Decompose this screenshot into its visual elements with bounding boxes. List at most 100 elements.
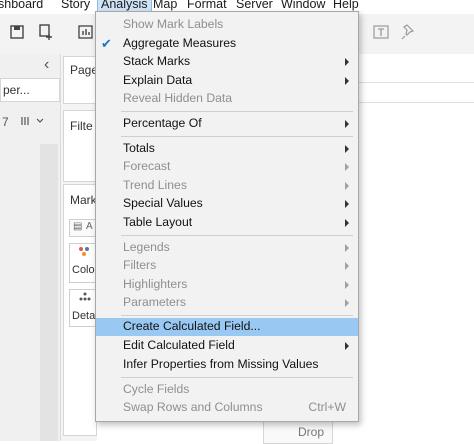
menu-item-label: Special Values bbox=[123, 196, 203, 210]
color-mark-button[interactable]: Colo bbox=[69, 243, 97, 283]
rows-shelf[interactable] bbox=[355, 82, 474, 103]
menu-item-label: Cycle Fields bbox=[123, 382, 190, 396]
menu-item-label: Table Layout bbox=[123, 215, 193, 229]
view-toggle-icon[interactable] bbox=[20, 114, 44, 131]
menu-format[interactable]: Format bbox=[187, 0, 227, 11]
menu-server[interactable]: Server bbox=[236, 0, 273, 11]
menu-item-percentage-of[interactable]: Percentage Of bbox=[96, 115, 358, 133]
menu-item-forecast[interactable]: Forecast bbox=[96, 158, 358, 176]
menu-separator bbox=[121, 377, 353, 378]
datasource-label: per... bbox=[3, 83, 30, 97]
pages-title: Page bbox=[70, 63, 99, 77]
menu-item-label: Percentage Of bbox=[123, 116, 202, 130]
menu-item-label: Filters bbox=[123, 258, 157, 272]
pages-card: Page bbox=[63, 56, 99, 104]
menu-item-label: Reveal Hidden Data bbox=[123, 91, 233, 105]
menu-item-label: Edit Calculated Field bbox=[123, 338, 235, 352]
menu-item-explain-data[interactable]: Explain Data bbox=[96, 72, 358, 90]
menu-separator bbox=[121, 235, 353, 236]
submenu-arrow-icon bbox=[345, 299, 349, 307]
color-icon bbox=[78, 246, 92, 261]
chart-icon[interactable] bbox=[76, 22, 96, 42]
data-pane: ‹ per... 7 bbox=[0, 54, 60, 441]
datasource-item[interactable]: per... bbox=[0, 78, 60, 102]
menu-item-parameters[interactable]: Parameters bbox=[96, 294, 358, 312]
menu-item-label: Forecast bbox=[123, 159, 171, 173]
save-icon[interactable] bbox=[8, 22, 28, 42]
menu-item-reveal-hidden-data[interactable]: Reveal Hidden Data bbox=[96, 90, 358, 108]
mark-type-icon: ▤ bbox=[73, 221, 83, 232]
menu-item-edit-calculated-field[interactable]: Edit Calculated Field bbox=[96, 337, 358, 355]
menu-item-legends[interactable]: Legends bbox=[96, 239, 358, 257]
submenu-arrow-icon bbox=[345, 77, 349, 85]
color-label: Colo bbox=[72, 264, 95, 276]
submenu-arrow-icon bbox=[345, 200, 349, 208]
menu-item-label: Stack Marks bbox=[123, 54, 191, 68]
menu-item-label: Show Mark Labels bbox=[123, 17, 224, 31]
menu-item-cycle-fields[interactable]: Cycle Fields bbox=[96, 381, 358, 399]
shortcut-label: Ctrl+W bbox=[308, 400, 346, 414]
menu-item-aggregate-measures[interactable]: ✔ Aggregate Measures bbox=[96, 35, 358, 53]
menu-item-label: Highlighters bbox=[123, 277, 188, 291]
sort-icon[interactable]: 7 bbox=[2, 115, 9, 129]
submenu-arrow-icon bbox=[345, 163, 349, 171]
menu-window[interactable]: Window bbox=[281, 0, 325, 11]
menu-separator bbox=[121, 111, 353, 112]
menu-item-label: Infer Properties from Missing Values bbox=[123, 357, 319, 371]
menu-item-label: Trend Lines bbox=[123, 178, 187, 192]
detail-mark-button[interactable]: Deta bbox=[69, 289, 97, 327]
checkmark-icon: ✔ bbox=[101, 36, 112, 51]
submenu-arrow-icon bbox=[345, 58, 349, 66]
menu-help[interactable]: Help bbox=[333, 0, 359, 11]
menu-item-label: Explain Data bbox=[123, 73, 193, 87]
detail-icon bbox=[78, 292, 92, 307]
submenu-arrow-icon bbox=[345, 342, 349, 350]
menu-item-table-layout[interactable]: Table Layout bbox=[96, 214, 358, 232]
menu-item-trend-lines[interactable]: Trend Lines bbox=[96, 177, 358, 195]
add-datasource-icon[interactable] bbox=[36, 22, 56, 42]
filters-title: Filte bbox=[70, 119, 93, 133]
menu-item-label: Totals bbox=[123, 141, 155, 155]
filters-card: Filte bbox=[63, 110, 97, 182]
pin-icon[interactable] bbox=[399, 22, 419, 42]
menu-item-label: Swap Rows and Columns bbox=[123, 400, 263, 414]
detail-label: Deta bbox=[72, 310, 96, 322]
submenu-arrow-icon bbox=[345, 219, 349, 227]
drop-label: Drop bbox=[298, 425, 325, 439]
submenu-arrow-icon bbox=[345, 262, 349, 270]
analysis-menu: Show Mark Labels ✔ Aggregate Measures St… bbox=[95, 11, 359, 422]
collapse-chevron-icon[interactable]: ‹ bbox=[44, 56, 49, 74]
shelves-column: Page Filte Mark ▤ A Colo Deta bbox=[60, 54, 99, 441]
submenu-arrow-icon bbox=[345, 182, 349, 190]
view-area: Drop bbox=[263, 54, 474, 444]
menu-item-stack-marks[interactable]: Stack Marks bbox=[96, 53, 358, 71]
menu-item-infer-properties[interactable]: Infer Properties from Missing Values bbox=[96, 356, 358, 374]
submenu-arrow-icon bbox=[345, 244, 349, 252]
pane-controls: 7 bbox=[0, 111, 58, 133]
menu-item-label: Parameters bbox=[123, 295, 186, 309]
pane-scrollbar[interactable] bbox=[40, 144, 58, 441]
menu-item-create-calculated-field[interactable]: Create Calculated Field... bbox=[96, 318, 358, 336]
menu-item-highlighters[interactable]: Highlighters bbox=[96, 276, 358, 294]
menu-item-totals[interactable]: Totals bbox=[96, 140, 358, 158]
menu-item-special-values[interactable]: Special Values bbox=[96, 195, 358, 213]
marks-title: Mark bbox=[70, 193, 97, 207]
menu-separator bbox=[121, 136, 353, 137]
menu-story[interactable]: Story bbox=[61, 0, 90, 11]
menu-item-filters[interactable]: Filters bbox=[96, 257, 358, 275]
menu-map[interactable]: Map bbox=[153, 0, 177, 11]
text-icon[interactable] bbox=[371, 22, 391, 42]
menu-separator bbox=[121, 315, 353, 316]
menu-item-swap-rows-columns[interactable]: Swap Rows and Columns Ctrl+W bbox=[96, 399, 358, 417]
menu-dashboard[interactable]: shboard bbox=[0, 0, 43, 11]
menu-item-label: Aggregate Measures bbox=[123, 36, 237, 50]
marks-card: Mark ▤ A Colo Deta bbox=[63, 184, 97, 436]
submenu-arrow-icon bbox=[345, 145, 349, 153]
menu-item-label: Legends bbox=[123, 240, 170, 254]
mark-type-label: A bbox=[86, 221, 93, 232]
submenu-arrow-icon bbox=[345, 281, 349, 289]
submenu-arrow-icon bbox=[345, 120, 349, 128]
menu-item-label: Create Calculated Field... bbox=[123, 319, 261, 333]
mark-type-dropdown[interactable]: ▤ A bbox=[69, 219, 97, 237]
menu-item-show-mark-labels[interactable]: Show Mark Labels bbox=[96, 16, 358, 34]
